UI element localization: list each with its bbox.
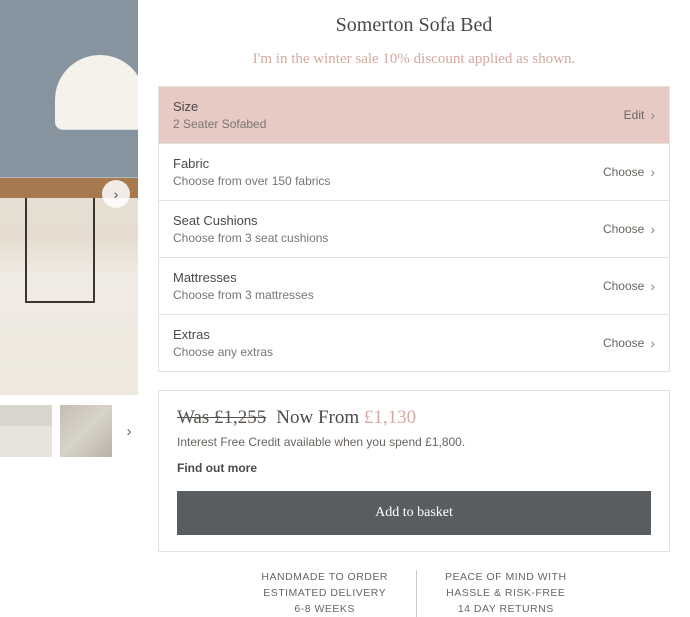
option-label: Size bbox=[173, 99, 266, 114]
option-seat-cushions[interactable]: Seat Cushions Choose from 3 seat cushion… bbox=[159, 200, 669, 257]
option-label: Fabric bbox=[173, 156, 330, 171]
option-fabric[interactable]: Fabric Choose from over 150 fabrics Choo… bbox=[159, 143, 669, 200]
option-action: Choose › bbox=[603, 335, 655, 351]
price-line: Was £1,255 Now From £1,130 bbox=[177, 407, 651, 429]
add-to-basket-button[interactable]: Add to basket bbox=[177, 491, 651, 535]
find-out-more-link[interactable]: Find out more bbox=[177, 461, 257, 475]
now-label: Now From bbox=[276, 407, 359, 428]
option-size[interactable]: Size 2 Seater Sofabed Edit › bbox=[159, 87, 669, 143]
product-details: Somerton Sofa Bed I'm in the winter sale… bbox=[138, 0, 690, 567]
option-desc: Choose from over 150 fabrics bbox=[173, 174, 330, 188]
thumbnail-strip: › bbox=[0, 405, 138, 457]
delivery-info: HANDMADE TO ORDER ESTIMATED DELIVERY 6-8… bbox=[233, 570, 416, 617]
product-image-column: › › bbox=[0, 0, 138, 567]
thumbnail-2[interactable] bbox=[60, 405, 112, 457]
info-footer: HANDMADE TO ORDER ESTIMATED DELIVERY 6-8… bbox=[158, 570, 670, 617]
chevron-right-icon: › bbox=[127, 423, 132, 440]
thumbnail-next-button[interactable]: › bbox=[120, 405, 138, 457]
option-label: Extras bbox=[173, 327, 273, 342]
option-label: Seat Cushions bbox=[173, 213, 328, 228]
option-action: Choose › bbox=[603, 278, 655, 294]
chevron-right-icon: › bbox=[650, 335, 655, 351]
chevron-right-icon: › bbox=[114, 186, 119, 202]
chevron-right-icon: › bbox=[650, 221, 655, 237]
image-decor-frame bbox=[25, 198, 95, 303]
now-price: £1,130 bbox=[364, 407, 416, 428]
option-label: Mattresses bbox=[173, 270, 314, 285]
image-decor-lamp bbox=[55, 55, 138, 130]
price-panel: Was £1,255 Now From £1,130 Interest Free… bbox=[158, 390, 670, 552]
sale-message: I'm in the winter sale 10% discount appl… bbox=[158, 51, 670, 68]
returns-info: PEACE OF MIND WITH HASSLE & RISK-FREE 14… bbox=[417, 570, 595, 617]
option-extras[interactable]: Extras Choose any extras Choose › bbox=[159, 314, 669, 371]
credit-text: Interest Free Credit available when you … bbox=[177, 435, 651, 449]
option-desc: 2 Seater Sofabed bbox=[173, 117, 266, 131]
image-next-button[interactable]: › bbox=[102, 180, 130, 208]
product-title: Somerton Sofa Bed bbox=[158, 14, 670, 37]
options-list: Size 2 Seater Sofabed Edit › Fabric Choo… bbox=[158, 86, 670, 372]
thumbnail-1[interactable] bbox=[0, 405, 52, 457]
product-main-image: › bbox=[0, 0, 138, 395]
option-desc: Choose from 3 seat cushions bbox=[173, 231, 328, 245]
option-desc: Choose from 3 mattresses bbox=[173, 288, 314, 302]
option-mattresses[interactable]: Mattresses Choose from 3 mattresses Choo… bbox=[159, 257, 669, 314]
chevron-right-icon: › bbox=[650, 107, 655, 123]
option-desc: Choose any extras bbox=[173, 345, 273, 359]
option-action: Choose › bbox=[603, 164, 655, 180]
option-action: Edit › bbox=[624, 107, 655, 123]
chevron-right-icon: › bbox=[650, 164, 655, 180]
was-price: Was £1,255 bbox=[177, 407, 266, 429]
option-action: Choose › bbox=[603, 221, 655, 237]
chevron-right-icon: › bbox=[650, 278, 655, 294]
